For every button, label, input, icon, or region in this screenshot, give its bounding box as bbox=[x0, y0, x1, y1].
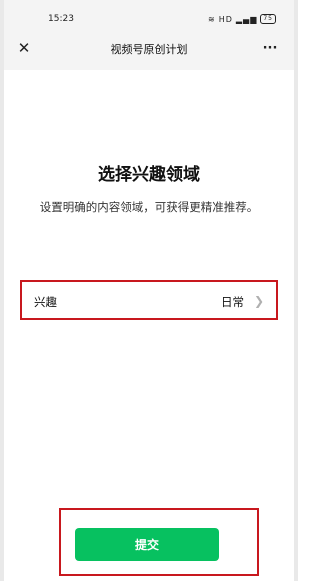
right-edge bbox=[294, 0, 298, 581]
submit-button[interactable]: 提交 bbox=[75, 528, 219, 561]
status-bar: 15:23 ≋ HD ▂▄▆ 75 bbox=[4, 0, 294, 28]
status-time: 15:23 bbox=[48, 14, 74, 24]
interest-label: 兴趣 bbox=[34, 295, 57, 309]
app-screen: 15:23 ≋ HD ▂▄▆ 75 ✕ 视频号原创计划 ··· 选择兴趣领域 设… bbox=[0, 0, 298, 581]
section-heading: 选择兴趣领域 bbox=[98, 165, 200, 185]
interest-value: 日常 bbox=[221, 295, 244, 309]
section-description: 设置明确的内容领域，可获得更精准推荐。 bbox=[39, 200, 259, 214]
battery-icon: 75 bbox=[260, 14, 276, 24]
interest-row[interactable]: 兴趣 日常 ❯ bbox=[20, 280, 278, 320]
more-icon[interactable]: ··· bbox=[260, 38, 280, 58]
signal-icon: ▂▄▆ bbox=[235, 14, 258, 24]
network-label: HD bbox=[218, 14, 233, 24]
status-icons: ≋ HD ▂▄▆ 75 bbox=[208, 14, 276, 24]
nav-bar: ✕ 视频号原创计划 ··· bbox=[4, 28, 294, 70]
page-title: 视频号原创计划 bbox=[110, 43, 188, 56]
left-edge bbox=[0, 0, 4, 581]
wifi-icon: ≋ bbox=[208, 14, 216, 24]
chevron-right-icon: ❯ bbox=[253, 294, 264, 308]
